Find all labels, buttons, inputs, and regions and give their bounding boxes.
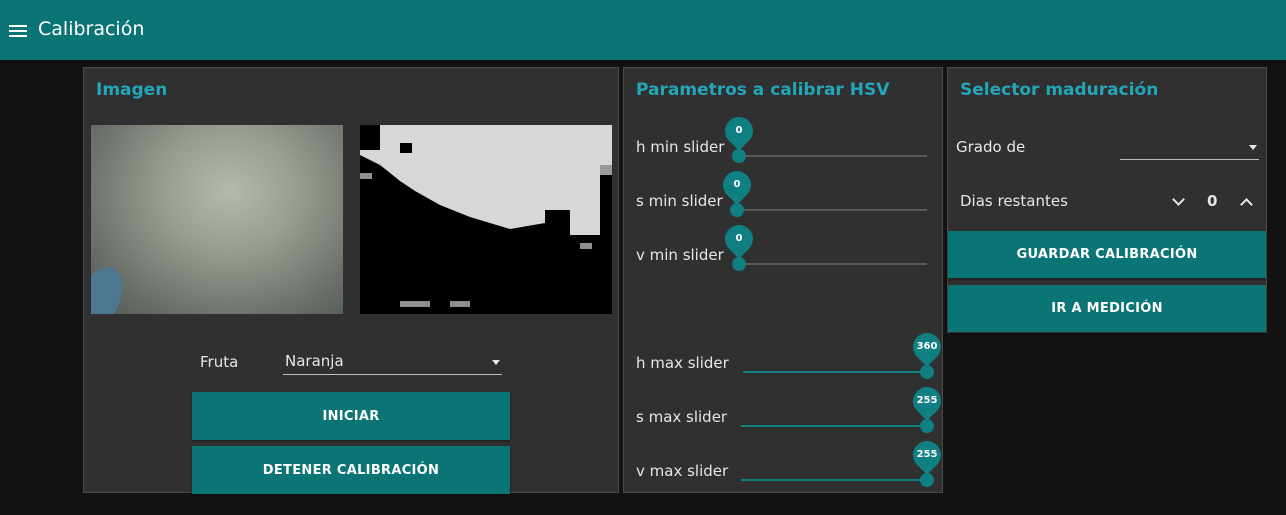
slider-thumb-s-max[interactable] <box>920 419 934 433</box>
app-bar: Calibración <box>0 0 1286 60</box>
days-remaining-value: 0 <box>1207 192 1218 210</box>
slider-label-s-min: s min slider <box>636 192 723 210</box>
mask-shape <box>360 125 612 307</box>
slider-track-s-max[interactable] <box>741 425 927 427</box>
slider-track-v-min[interactable] <box>739 263 927 265</box>
mask-image <box>360 125 612 314</box>
slider-value-s-max: 255 <box>916 395 938 406</box>
slider-track-v-max[interactable] <box>741 479 927 481</box>
ripeness-panel-title: Selector maduración <box>960 80 1159 100</box>
image-panel-title: Imagen <box>96 80 168 100</box>
slider-label-h-min: h min slider <box>636 138 725 156</box>
stop-calibration-button[interactable]: DETENER CALIBRACIÓN <box>192 446 510 494</box>
grade-select[interactable] <box>1120 137 1259 160</box>
chevron-down-icon[interactable] <box>1172 193 1185 206</box>
grade-label: Grado de <box>956 138 1026 156</box>
fruit-select[interactable]: Naranja <box>283 352 502 375</box>
image-panel: Imagen Fruta Naranja INICIAR DETENER CAL… <box>83 67 619 494</box>
slider-thumb-v-max[interactable] <box>920 473 934 487</box>
slider-label-h-max: h max slider <box>636 354 729 372</box>
dropdown-caret-icon <box>492 360 500 365</box>
slider-label-v-max: v max slider <box>636 462 729 480</box>
fruit-select-value: Naranja <box>285 352 344 370</box>
fruit-label: Fruta <box>200 353 239 371</box>
save-calibration-button[interactable]: GUARDAR CALIBRACIÓN <box>948 231 1266 278</box>
chevron-up-icon[interactable] <box>1240 198 1253 211</box>
hsv-panel-title: Parametros a calibrar HSV <box>636 80 890 100</box>
slider-track-h-min[interactable] <box>739 155 927 157</box>
days-remaining-label: Dias restantes <box>960 192 1068 210</box>
start-button[interactable]: INICIAR <box>192 392 510 440</box>
camera-image <box>91 125 343 314</box>
hsv-panel: Parametros a calibrar HSV h min slider 0… <box>623 67 947 493</box>
slider-track-h-max[interactable] <box>743 371 927 373</box>
slider-track-s-min[interactable] <box>737 209 927 211</box>
slider-value-v-max: 255 <box>916 449 938 460</box>
slider-thumb-s-min[interactable] <box>730 203 744 217</box>
app-title: Calibración <box>38 18 145 40</box>
slider-value-h-max: 360 <box>916 341 938 352</box>
slider-value-s-min: 0 <box>733 179 741 190</box>
menu-icon[interactable] <box>9 25 27 38</box>
slider-value-v-min: 0 <box>735 233 743 244</box>
slider-label-s-max: s max slider <box>636 408 728 426</box>
go-to-measurement-button[interactable]: IR A MEDICIÓN <box>948 285 1266 332</box>
dropdown-caret-icon <box>1249 145 1257 150</box>
ripeness-panel: Selector maduración Grado de Dias restan… <box>947 67 1267 333</box>
slider-thumb-h-min[interactable] <box>732 149 746 163</box>
slider-label-v-min: v min slider <box>636 246 724 264</box>
slider-thumb-h-max[interactable] <box>920 365 934 379</box>
slider-value-h-min: 0 <box>735 125 743 136</box>
slider-thumb-v-min[interactable] <box>732 257 746 271</box>
